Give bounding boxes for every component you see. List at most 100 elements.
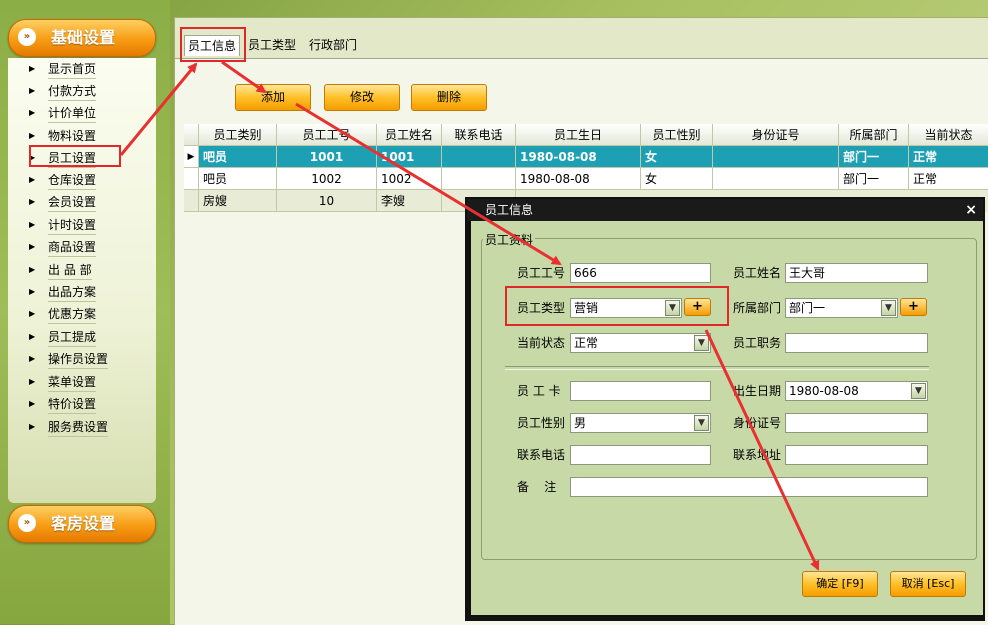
menu-label: 菜单设置 (48, 373, 97, 392)
idcard-label: 身份证号 (733, 416, 782, 430)
emp-no-field[interactable]: 666 (570, 263, 711, 283)
birthday-picker[interactable]: 1980-08-08 ▼ (785, 381, 928, 401)
gender-select[interactable]: 男 ▼ (570, 413, 711, 433)
cell-type: 吧员 (199, 146, 277, 168)
remark-field[interactable] (570, 477, 928, 497)
cell-id: 1002 (277, 168, 377, 190)
separator (505, 366, 929, 370)
menu-item-discount[interactable]: ▶ 优惠方案 (24, 305, 144, 324)
cell-idcard (713, 146, 839, 168)
menu-item-service-fee[interactable]: ▶ 服务费设置 (24, 418, 144, 437)
arrow-right-icon: ▶ (29, 131, 36, 140)
chevron-down-icon[interactable]: ▼ (694, 335, 709, 351)
menu-item-menu-settings[interactable]: ▶ 菜单设置 (24, 373, 144, 392)
highlight-box-emp-type (505, 286, 729, 326)
add-button[interactable]: 添加 (235, 84, 311, 111)
dept-value: 部门一 (789, 301, 826, 315)
idcard-field[interactable] (785, 413, 928, 433)
arrow-right-icon: ▶ (29, 287, 36, 296)
col-header[interactable]: 当前状态 (909, 124, 988, 146)
position-field[interactable] (785, 333, 928, 353)
card-field[interactable] (570, 381, 711, 401)
menu-label: 计时设置 (48, 216, 97, 235)
status-label: 当前状态 (517, 336, 566, 350)
dialog-body: 员工资料 员工工号 666 员工姓名 王大哥 员工类型 营销 ▼ + 所属部门 … (471, 221, 983, 615)
row-indicator-header (184, 124, 199, 146)
arrow-right-icon: ▶ (29, 265, 36, 274)
phone-field[interactable] (570, 445, 711, 465)
cell-gender: 女 (641, 146, 713, 168)
arrow-right-icon: ▶ (29, 108, 36, 117)
menu-item-special-price[interactable]: ▶ 特价设置 (24, 395, 144, 414)
add-dept-button[interactable]: + (900, 298, 927, 316)
emp-name-field[interactable]: 王大哥 (785, 263, 928, 283)
status-select[interactable]: 正常 ▼ (570, 333, 711, 353)
col-header[interactable]: 员工类别 (199, 124, 277, 146)
menu-item-warehouse[interactable]: ▶ 仓库设置 (24, 171, 144, 190)
birthday-label: 出生日期 (733, 384, 782, 398)
close-icon[interactable]: × (965, 199, 977, 221)
menu-label: 付款方式 (48, 82, 97, 101)
table-row[interactable]: ▶ 吧员 1001 1001 1980-08-08 女 部门一 正常 (184, 146, 988, 168)
cancel-button[interactable]: 取消 [Esc] (890, 571, 966, 597)
address-field[interactable] (785, 445, 928, 465)
menu-label: 出品方案 (48, 283, 97, 302)
menu-item-commission[interactable]: ▶ 员工提成 (24, 328, 144, 347)
col-header[interactable]: 所属部门 (839, 124, 909, 146)
fieldset-legend: 员工资料 (483, 231, 536, 248)
menu-label: 显示首页 (48, 60, 97, 79)
arrow-right-icon: ▶ (29, 354, 36, 363)
dialog-title: 员工信息 (485, 203, 534, 217)
tab-bar: 员工信息 员工类型 行政部门 (175, 18, 988, 59)
col-header[interactable]: 联系电话 (442, 124, 516, 146)
dialog-titlebar[interactable]: 员工信息 × (467, 199, 983, 221)
chevron-down-icon[interactable]: ▼ (911, 383, 926, 399)
menu-item-goods[interactable]: ▶ 商品设置 (24, 238, 144, 257)
arrow-right-icon: ▶ (29, 197, 36, 206)
edit-button[interactable]: 修改 (324, 84, 400, 111)
menu-item-operator[interactable]: ▶ 操作员设置 (24, 350, 144, 369)
menu-item-unit[interactable]: ▶ 计价单位 (24, 104, 144, 123)
col-header[interactable]: 员工生日 (516, 124, 641, 146)
delete-button[interactable]: 删除 (411, 84, 487, 111)
menu-label: 计价单位 (48, 104, 97, 123)
cell-phone (442, 168, 516, 190)
table-row[interactable]: 吧员 1002 1002 1980-08-08 女 部门一 正常 (184, 168, 988, 190)
menu-item-output-plan[interactable]: ▶ 出品方案 (24, 283, 144, 302)
menu-item-timing[interactable]: ▶ 计时设置 (24, 216, 144, 235)
menu-item-member[interactable]: ▶ 会员设置 (24, 193, 144, 212)
menu-item-output-dept[interactable]: ▶ 出 品 部 (24, 261, 144, 280)
group-basic-settings[interactable]: » 基础设置 (8, 19, 156, 57)
col-header[interactable]: 员工性别 (641, 124, 713, 146)
tab-admin-dept[interactable]: 行政部门 (306, 35, 360, 55)
sidebar: » 基础设置 ▶ 显示首页 ▶ 付款方式 ▶ 计价单位 ▶ 物料设置 ▶ 员工设置 ▶ 仓库… (0, 0, 170, 624)
menu-item-material[interactable]: ▶ 物料设置 (24, 127, 144, 146)
menu-label: 物料设置 (48, 127, 97, 146)
arrow-right-icon: ▶ (29, 220, 36, 229)
col-header[interactable]: 员工工号 (277, 124, 377, 146)
arrow-right-icon: ▶ (29, 64, 36, 73)
cell-phone (442, 146, 516, 168)
ok-button[interactable]: 确定 [F9] (802, 571, 878, 597)
col-header[interactable]: 身份证号 (713, 124, 839, 146)
menu-item-home[interactable]: ▶ 显示首页 (24, 60, 144, 79)
arrow-right-icon: ▶ (29, 86, 36, 95)
menu-item-payment[interactable]: ▶ 付款方式 (24, 82, 144, 101)
group-room-settings[interactable]: » 客房设置 (8, 505, 156, 543)
arrow-right-icon: ▶ (29, 175, 36, 184)
cell-id: 1001 (277, 146, 377, 168)
cell-dept: 部门一 (839, 146, 909, 168)
col-header[interactable]: 员工姓名 (377, 124, 442, 146)
row-indicator (184, 190, 199, 212)
grid-header-row: 员工类别 员工工号 员工姓名 联系电话 员工生日 员工性别 身份证号 所属部门 … (184, 124, 988, 146)
dept-select[interactable]: 部门一 ▼ (785, 298, 898, 318)
arrow-right-icon: ▶ (29, 332, 36, 341)
menu-label: 仓库设置 (48, 171, 97, 190)
menu-label: 商品设置 (48, 238, 97, 257)
chevron-down-icon[interactable]: ▼ (694, 415, 709, 431)
gender-label: 员工性别 (517, 416, 566, 430)
menu-label: 操作员设置 (48, 350, 109, 369)
birthday-value: 1980-08-08 (789, 384, 859, 398)
chevron-down-icon[interactable]: ▼ (881, 300, 896, 316)
tab-employee-type[interactable]: 员工类型 (245, 35, 299, 55)
